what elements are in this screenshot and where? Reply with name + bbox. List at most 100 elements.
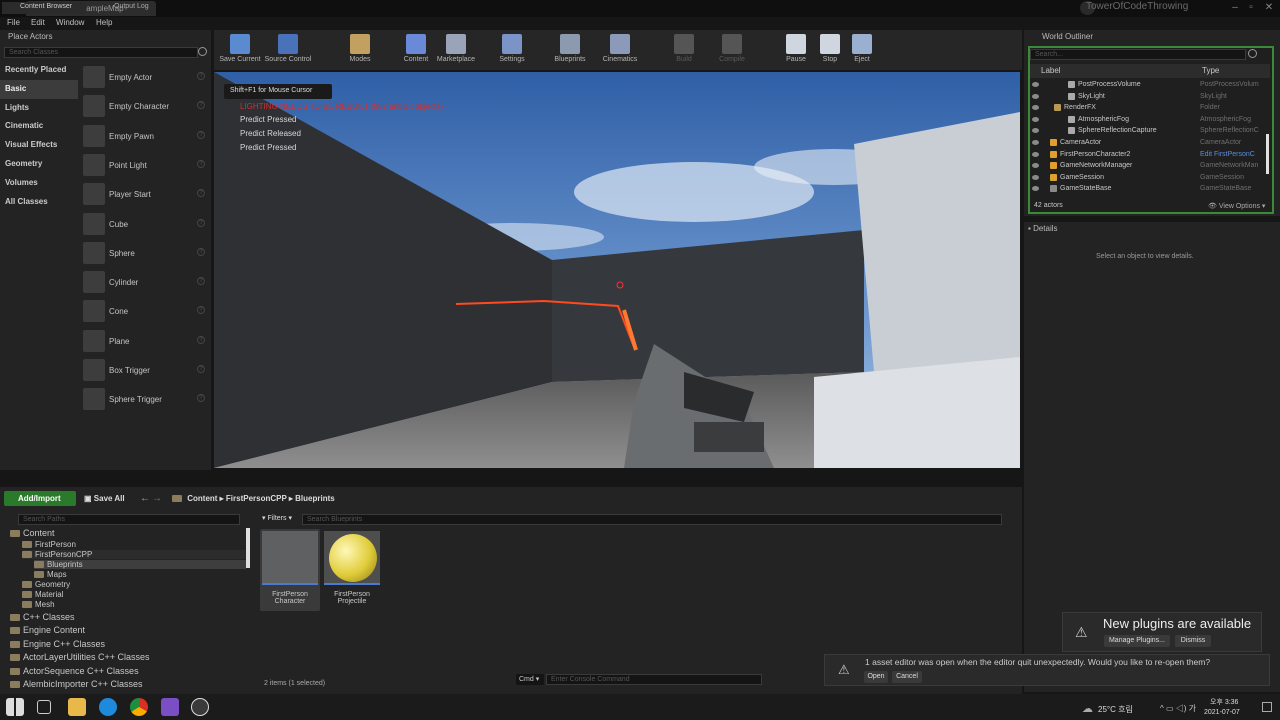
outliner-row[interactable]: RenderFX Folder	[1030, 103, 1270, 114]
save-current-button[interactable]: Save Current	[218, 32, 262, 68]
tree-class-folder[interactable]: ActorSequence C++ Classes	[10, 666, 139, 676]
menu-window[interactable]: Window	[56, 18, 84, 27]
search-classes-input[interactable]: Search Classes	[4, 47, 198, 58]
visibility-eye-icon[interactable]	[1032, 116, 1039, 122]
visibility-eye-icon[interactable]	[1032, 151, 1039, 157]
notification-center-icon[interactable]	[1262, 702, 1272, 712]
add-import-button[interactable]: Add/Import	[4, 491, 76, 506]
actor-empty-character[interactable]: Empty Character?	[80, 92, 208, 121]
cmd-dropdown[interactable]: Cmd ▾	[516, 674, 544, 685]
help-icon[interactable]: ?	[197, 130, 205, 139]
visibility-eye-icon[interactable]	[1032, 93, 1039, 99]
modes-button[interactable]: Modes	[338, 32, 382, 68]
actor-empty-pawn[interactable]: Empty Pawn?	[80, 122, 208, 151]
tree-class-folder[interactable]: ActorLayerUtilities C++ Classes	[10, 652, 150, 662]
tree-folder-blueprints[interactable]: Blueprints	[34, 560, 246, 569]
actor-cube[interactable]: Cube?	[80, 210, 208, 239]
level-viewport[interactable]	[214, 72, 1020, 468]
search-blueprints-input[interactable]: Search Blueprints	[302, 514, 1002, 525]
outliner-row[interactable]: FirstPersonCharacter2 Edit FirstPersonC	[1030, 150, 1270, 161]
help-icon[interactable]: ?	[197, 247, 205, 256]
tree-class-folder[interactable]: AlembicImporter C++ Classes	[10, 679, 143, 689]
visibility-eye-icon[interactable]	[1032, 186, 1039, 192]
asset-firstperson-character[interactable]: FirstPerson Character	[260, 529, 320, 611]
source-control-button[interactable]: Source Control	[265, 32, 311, 68]
tree-folder-geometry[interactable]: Geometry	[22, 580, 70, 589]
menu-edit[interactable]: Edit	[31, 18, 45, 27]
help-icon[interactable]: ?	[197, 306, 205, 315]
tree-class-folder[interactable]: C++ Classes	[10, 612, 75, 622]
search-paths-input[interactable]: Search Paths	[18, 514, 240, 525]
tree-folder-content[interactable]: Content	[10, 528, 55, 538]
visibility-eye-icon[interactable]	[1032, 128, 1039, 134]
category-all-classes[interactable]: All Classes	[0, 193, 78, 212]
help-icon[interactable]: ?	[197, 159, 205, 168]
visual-studio-icon[interactable]	[161, 698, 179, 716]
tree-class-folder[interactable]: Engine Content	[10, 625, 85, 635]
back-arrow-icon[interactable]: ←	[140, 493, 150, 504]
details-tab[interactable]: ▪ Details	[1028, 224, 1058, 233]
build-button[interactable]: Build	[662, 32, 706, 68]
save-all-button[interactable]: ▣ Save All	[84, 494, 125, 503]
open-button[interactable]: Open	[864, 671, 888, 683]
category-lights[interactable]: Lights	[0, 99, 78, 118]
tree-folder-mesh[interactable]: Mesh	[22, 600, 55, 609]
crumb-content[interactable]: Content	[187, 494, 217, 503]
visibility-eye-icon[interactable]	[1032, 174, 1039, 180]
tab-content-browser[interactable]: Content Browser	[2, 2, 86, 14]
outliner-search-input[interactable]: Search...	[1030, 49, 1246, 60]
actor-point-light[interactable]: Point Light?	[80, 151, 208, 180]
blueprints-button[interactable]: Blueprints	[548, 32, 592, 68]
windows-start-icon[interactable]	[6, 698, 24, 716]
help-icon[interactable]: ?	[197, 365, 205, 373]
actor-empty-actor[interactable]: Empty Actor?	[80, 63, 208, 92]
column-type[interactable]: Type	[1202, 66, 1219, 75]
outliner-row[interactable]: SkyLight SkyLight	[1030, 92, 1270, 103]
actor-player-start[interactable]: Player Start?	[80, 180, 208, 209]
tree-folder-firstperson[interactable]: FirstPerson	[22, 540, 76, 549]
asset-firstperson-projectile[interactable]: FirstPerson Projectile	[322, 529, 382, 611]
tree-scrollbar[interactable]	[246, 528, 250, 568]
actor-cylinder[interactable]: Cylinder?	[80, 268, 208, 297]
outliner-scrollbar[interactable]	[1266, 134, 1269, 174]
world-outliner-tab[interactable]: World Outliner	[1026, 31, 1116, 43]
console-input[interactable]: Enter Console Command	[546, 674, 762, 685]
actor-sphere[interactable]: Sphere?	[80, 239, 208, 268]
help-icon[interactable]: ?	[197, 277, 205, 286]
filters-button[interactable]: ▾ Filters ▾	[262, 514, 292, 522]
menu-file[interactable]: File	[7, 18, 20, 27]
help-icon[interactable]: ?	[197, 101, 205, 110]
eject-button[interactable]: Eject	[840, 32, 884, 68]
help-icon[interactable]: ?	[197, 218, 205, 227]
outliner-row[interactable]: GameNetworkManager GameNetworkMan	[1030, 161, 1270, 172]
unreal-engine-icon[interactable]	[191, 698, 209, 716]
outliner-row[interactable]: CameraActor CameraActor	[1030, 138, 1270, 149]
file-explorer-icon[interactable]	[68, 698, 86, 716]
category-cinematic[interactable]: Cinematic	[0, 117, 78, 136]
visibility-eye-icon[interactable]	[1032, 163, 1039, 169]
manage-plugins-button[interactable]: Manage Plugins...	[1104, 635, 1170, 647]
compile-button[interactable]: Compile	[710, 32, 754, 68]
category-visual-effects[interactable]: Visual Effects	[0, 136, 78, 155]
tree-class-folder[interactable]: Engine C++ Classes	[10, 639, 105, 649]
actor-sphere-trigger[interactable]: Sphere Trigger?	[80, 385, 208, 414]
help-icon[interactable]: ?	[197, 72, 205, 80]
visibility-eye-icon[interactable]	[1032, 140, 1039, 145]
close-button[interactable]: ✕	[1254, 0, 1280, 17]
task-view-icon[interactable]	[37, 700, 51, 714]
settings-button[interactable]: Settings	[490, 32, 534, 68]
marketplace-button[interactable]: Marketplace	[434, 32, 478, 68]
dismiss-button[interactable]: Dismiss	[1175, 635, 1211, 647]
menu-help[interactable]: Help	[96, 18, 112, 27]
outliner-row[interactable]: GameSession GameSession	[1030, 173, 1270, 184]
outliner-row[interactable]: SphereReflectionCapture SphereReflectionC	[1030, 126, 1270, 137]
tree-folder-firstpersoncpp[interactable]: FirstPersonCPP	[22, 550, 246, 559]
help-icon[interactable]: ?	[197, 394, 205, 403]
view-options-button[interactable]: 👁 View Options ▾	[1208, 202, 1265, 210]
category-volumes[interactable]: Volumes	[0, 174, 78, 193]
outliner-row[interactable]: AtmosphericFog AtmosphericFog	[1030, 115, 1270, 126]
actor-box-trigger[interactable]: Box Trigger?	[80, 356, 208, 385]
forward-arrow-icon[interactable]: →	[152, 493, 162, 504]
outliner-row[interactable]: GameStateBase GameStateBase	[1030, 184, 1270, 195]
chrome-icon[interactable]	[130, 698, 148, 716]
